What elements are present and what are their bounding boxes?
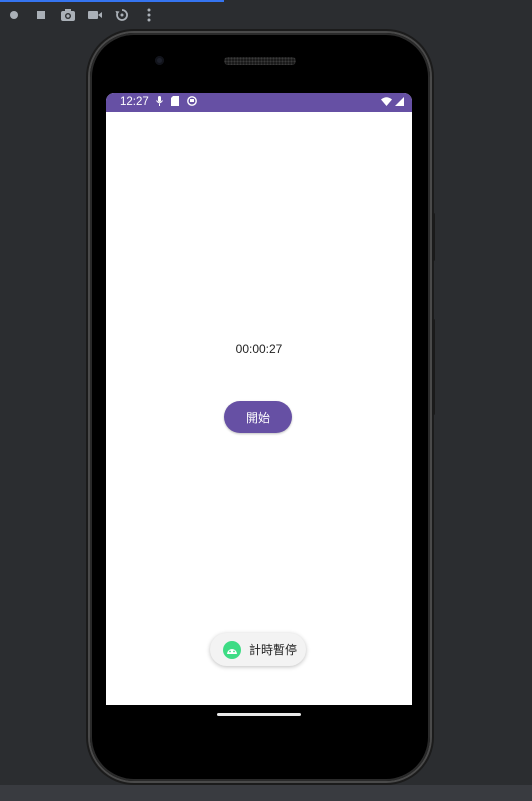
app-notification-icon <box>187 96 197 109</box>
timer-display: 00:00:27 <box>235 342 283 356</box>
mic-icon <box>156 96 163 109</box>
home-gesture-handle[interactable] <box>217 713 301 716</box>
status-time: 12:27 <box>120 96 149 108</box>
camera-icon[interactable] <box>60 7 76 23</box>
sd-card-icon <box>171 96 179 109</box>
more-icon[interactable] <box>141 7 157 23</box>
emulator-toolbar <box>0 0 532 27</box>
power-side-button[interactable] <box>432 319 435 415</box>
power-icon[interactable] <box>6 7 22 23</box>
app-screen: 12:27 00:00:27 開始 計時暫停 <box>106 93 412 705</box>
toast-message: 計時暫停 <box>210 633 306 666</box>
video-icon[interactable] <box>87 7 103 23</box>
navigation-bar <box>106 705 412 745</box>
front-camera <box>155 56 164 65</box>
status-notification-icons <box>156 96 197 109</box>
volume-button[interactable] <box>432 213 435 261</box>
toast-text: 計時暫停 <box>249 643 298 657</box>
stop-icon[interactable] <box>33 7 49 23</box>
signal-icon <box>395 97 404 109</box>
android-icon <box>223 640 241 659</box>
earpiece-speaker <box>224 57 296 65</box>
bottom-panel-strip <box>0 785 532 801</box>
active-tab-indicator <box>0 0 224 2</box>
rotate-icon[interactable] <box>114 7 130 23</box>
device-frame: 12:27 00:00:27 開始 計時暫停 <box>90 33 435 781</box>
status-system-icons <box>381 97 404 109</box>
status-bar: 12:27 <box>106 93 412 112</box>
emulator-toolbar-icons <box>6 7 157 23</box>
start-button[interactable]: 開始 <box>224 401 292 433</box>
wifi-icon <box>381 97 392 109</box>
